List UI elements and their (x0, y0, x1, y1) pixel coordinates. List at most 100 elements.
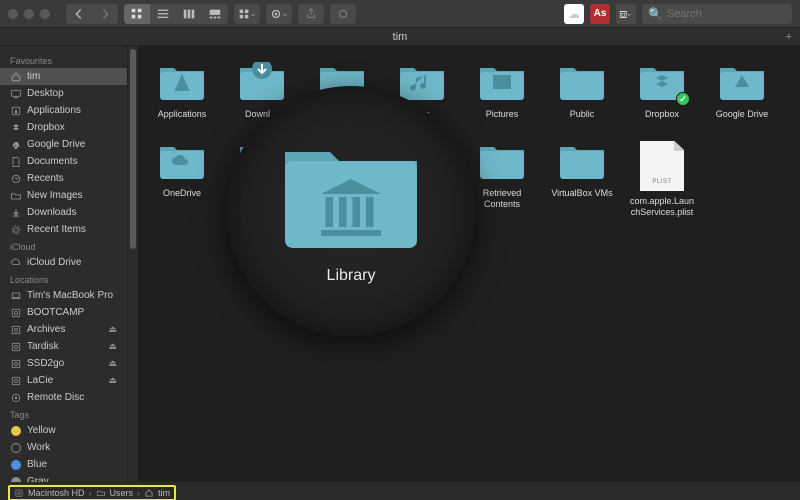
path-bar-highlight: Macintosh HD›Users›tim (8, 485, 176, 500)
sidebar-item-label: Yellow (27, 425, 56, 436)
list-view-button[interactable] (150, 4, 176, 24)
gallery-view-button[interactable] (202, 4, 228, 24)
folder-item[interactable]: VirtualBox VMs (548, 141, 616, 218)
sidebar-item[interactable]: iCloud Drive (0, 254, 127, 271)
sidebar-item[interactable]: Recent Items (0, 221, 127, 238)
column-view-button[interactable] (176, 4, 202, 24)
app-tile-icon[interactable]: As (590, 4, 610, 24)
sidebar-item[interactable]: Gray (0, 473, 127, 482)
tag-dot-icon (10, 442, 22, 454)
sidebar-item-label: Work (27, 442, 50, 453)
folder-icon (316, 141, 368, 183)
folder-icon (236, 62, 288, 104)
search-input[interactable] (667, 8, 787, 20)
path-segment[interactable]: tim (158, 488, 170, 498)
sidebar-item[interactable]: tim (0, 68, 127, 85)
sidebar-item[interactable]: Blue (0, 456, 127, 473)
folder-icon (96, 488, 106, 498)
sidebar-item[interactable]: Tardisk⏏ (0, 338, 127, 355)
sidebar-item[interactable]: Work (0, 439, 127, 456)
folder-item[interactable]: OneDrive (148, 141, 216, 218)
sidebar-item[interactable]: Applications (0, 102, 127, 119)
minimize-icon[interactable] (24, 9, 34, 19)
path-segment[interactable]: Macintosh HD (28, 488, 85, 498)
sidebar-item[interactable]: New Images (0, 187, 127, 204)
search-icon: 🔍 (648, 7, 663, 21)
eject-icon[interactable]: ⏏ (108, 324, 117, 335)
sidebar-item[interactable]: BOOTCAMP (0, 304, 127, 321)
sidebar-header: Tags (0, 406, 127, 422)
cloud-indicator-icon[interactable]: ☁︎ (564, 4, 584, 24)
folder-item[interactable]: Desktop (228, 141, 296, 218)
folder-item[interactable]: …ic (388, 62, 456, 129)
app-icon (10, 105, 22, 117)
add-tab-button[interactable]: + (786, 28, 792, 46)
sidebar-item[interactable]: Downloads (0, 204, 127, 221)
tag-dot-icon (10, 425, 22, 437)
gear-icon (10, 224, 22, 236)
folder-icon (10, 190, 22, 202)
icon-view-button[interactable] (124, 4, 150, 24)
home-icon (10, 71, 22, 83)
sidebar-item[interactable]: Dropbox (0, 119, 127, 136)
folder-item[interactable]: Google Drive (708, 62, 776, 129)
sidebar-item[interactable]: Documents (0, 153, 127, 170)
forward-button[interactable] (92, 4, 118, 24)
folder-item[interactable]: …es (388, 141, 456, 218)
sidebar-item-label: Documents (27, 156, 78, 167)
folder-item[interactable]: PLISTcom.apple.LaunchServices.plist (628, 141, 696, 218)
folder-item[interactable]: Downl… (228, 62, 296, 129)
sidebar-item-label: Dropbox (27, 122, 65, 133)
sidebar-header: iCloud (0, 238, 127, 254)
folder-icon (316, 62, 368, 104)
eject-icon[interactable]: ⏏ (108, 375, 117, 386)
eject-icon[interactable]: ⏏ (108, 341, 117, 352)
clock-icon (10, 173, 22, 185)
back-button[interactable] (66, 4, 92, 24)
window-controls[interactable] (8, 9, 50, 19)
sidebar-item[interactable]: Google Drive (0, 136, 127, 153)
sidebar-item-label: iCloud Drive (27, 257, 81, 268)
search-field[interactable]: 🔍 (642, 4, 792, 24)
sidebar-item[interactable]: Tim's MacBook Pro (0, 287, 127, 304)
sidebar: FavouritestimDesktopApplicationsDropboxG… (0, 46, 128, 482)
folder-item[interactable]: Retrieved Contents (468, 141, 536, 218)
sidebar-item-label: SSD2go (27, 358, 64, 369)
tag-dot-icon (10, 459, 22, 471)
sidebar-item[interactable]: Archives⏏ (0, 321, 127, 338)
folder-icon (476, 62, 528, 104)
sidebar-item[interactable]: SSD2go ⏏ (0, 355, 127, 372)
desktop-icon (10, 88, 22, 100)
folder-item[interactable]: Public (548, 62, 616, 129)
share-button[interactable] (298, 4, 324, 24)
sidebar-item-label: Remote Disc (27, 392, 84, 403)
path-segment[interactable]: Users (110, 488, 134, 498)
folder-item[interactable]: D… (308, 141, 376, 218)
sidebar-item[interactable]: LaCie⏏ (0, 372, 127, 389)
folder-item[interactable] (308, 62, 376, 129)
close-icon[interactable] (8, 9, 18, 19)
sidebar-item[interactable]: Remote Disc (0, 389, 127, 406)
disk-icon (10, 375, 22, 387)
folder-item[interactable]: ✓Dropbox (628, 62, 696, 129)
sidebar-item[interactable]: Yellow (0, 422, 127, 439)
sidebar-item-label: Desktop (27, 88, 64, 99)
action-menu[interactable]: ⌄ (266, 4, 292, 24)
dropbox-menu[interactable]: ⧈⌄ (616, 4, 636, 24)
chevron-right-icon: › (89, 488, 92, 498)
group-menu[interactable]: ⌄ (234, 4, 260, 24)
item-label: Retrieved Contents (468, 188, 536, 210)
folder-icon (236, 141, 288, 183)
nav-group (66, 4, 118, 24)
folder-item[interactable]: Applications (148, 62, 216, 129)
zoom-icon[interactable] (40, 9, 50, 19)
sidebar-item[interactable]: Desktop (0, 85, 127, 102)
disk-icon (10, 324, 22, 336)
sidebar-scrollbar[interactable] (128, 46, 138, 482)
sidebar-item[interactable]: Recents (0, 170, 127, 187)
eject-icon[interactable]: ⏏ (108, 358, 117, 369)
sidebar-item-label: tim (27, 71, 40, 82)
sidebar-item-label: Tim's MacBook Pro (27, 290, 113, 301)
folder-item[interactable]: Pictures (468, 62, 536, 129)
tags-button[interactable] (330, 4, 356, 24)
